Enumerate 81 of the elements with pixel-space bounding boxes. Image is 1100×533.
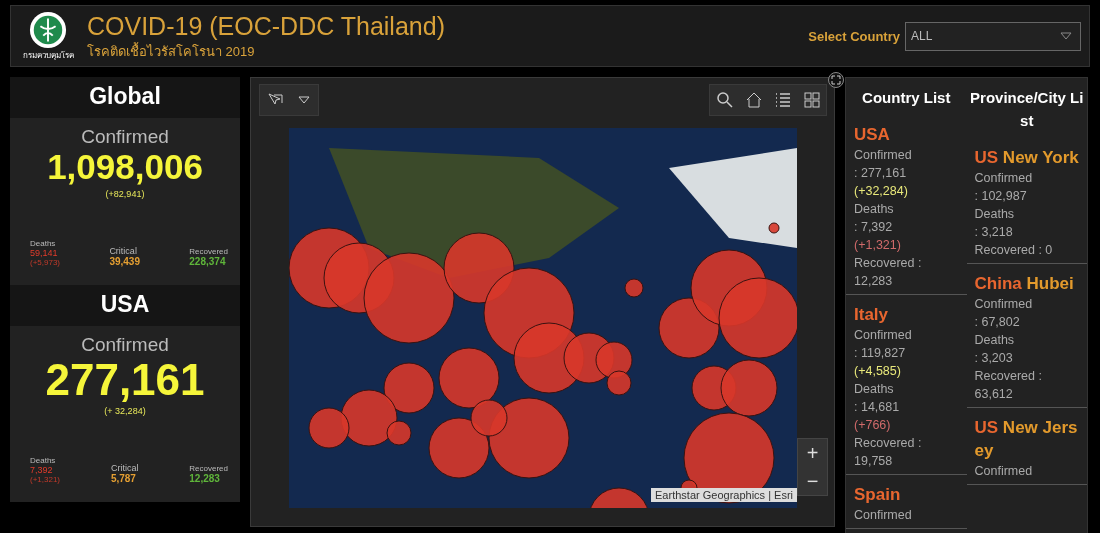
confirmed-label: Confirmed: [80, 333, 170, 356]
confirmed-label: Confirmed: [974, 463, 1034, 480]
confirmed-label: Confirmed: [854, 147, 913, 164]
region-title: Global: [10, 77, 240, 118]
deaths-label: Deaths: [974, 206, 1016, 223]
grid-icon: [802, 91, 821, 109]
confirmed-change: (+4,585): [854, 363, 902, 380]
recovered-label: Recovered: [189, 463, 228, 473]
critical-label: Critical: [110, 462, 139, 473]
country-name: Italy: [854, 304, 890, 326]
deaths-change: (+1,321): [30, 474, 61, 484]
recovered-label: Recovered :: [974, 368, 1043, 385]
confirmed-count: : 67,802: [974, 314, 1021, 331]
province-item[interactable]: US New York Confirmed : 102,987 Deaths : 3,218 Recovered : 0: [966, 138, 1087, 264]
expand-button[interactable]: [828, 72, 844, 88]
confirmed-count: : 119,827: [854, 345, 907, 362]
critical-label: Critical: [109, 245, 138, 256]
confirmed-count: 1,098,006: [46, 148, 204, 187]
app-subtitle: โรคติดเชื้อไวรัสโคโรนา 2019: [87, 41, 256, 61]
deaths-count: : 14,681: [854, 399, 901, 416]
deaths-change: (+1,321): [854, 237, 902, 254]
recovered-count: 12,283: [854, 273, 894, 290]
province-name: China Hubei: [974, 273, 1075, 295]
emblem-icon: [29, 10, 67, 49]
confirmed-count: : 277,161: [854, 165, 908, 182]
country-select[interactable]: ALL: [905, 21, 1081, 51]
list-icon: [773, 91, 792, 109]
confirmed-label: Confirmed: [854, 327, 913, 344]
map-attribution: Earthstar Geographics | Esri: [651, 488, 797, 502]
list-title: Province/City List: [969, 88, 1085, 131]
deaths-count: 7,392: [30, 464, 54, 475]
recovered-label: Recovered :: [854, 435, 923, 452]
deaths-label: Deaths: [30, 455, 57, 465]
province-item[interactable]: China Hubei Confirmed : 67,802 Deaths : 3,203 Recovered : 63,612: [966, 264, 1087, 408]
deaths-count: : 3,203: [974, 350, 1014, 367]
province-name: US New Jersey: [974, 417, 1079, 462]
deaths-change: (+766): [854, 417, 892, 434]
deaths-change: (+5,973): [30, 257, 61, 267]
confirmed-count: 277,161: [44, 355, 206, 404]
zoom-in-button[interactable]: +: [798, 439, 827, 467]
province-name: US New York: [974, 147, 1080, 169]
country-item[interactable]: USA Confirmed : 277,161 (+32,284) Deaths : 7,392 (+1,321) Recovered : 12,283: [846, 115, 967, 295]
logo-caption: กรมควบคุมโรค: [22, 49, 74, 62]
recovered-count: 63,612: [974, 386, 1014, 403]
country-name: USA: [854, 124, 891, 146]
deaths-label: Deaths: [854, 201, 895, 218]
app-title: COVID-19 (EOC-DDC Thailand): [87, 10, 446, 41]
confirmed-change: (+82,941): [104, 188, 146, 199]
confirmed-change: (+ 32,284): [103, 405, 147, 416]
expand-icon: [831, 75, 841, 85]
search-icon: [715, 91, 734, 109]
critical-count: 5,787: [110, 472, 137, 484]
critical-count: 39,439: [109, 255, 140, 267]
country-item[interactable]: Italy Confirmed : 119,827 (+4,585) Deaths : 14,681 (+766) Recovered : 19,758: [846, 295, 967, 475]
country-name: Spain: [854, 484, 902, 506]
recovered-count: 19,758: [854, 453, 894, 470]
confirmed-count: : 102,987: [974, 188, 1028, 205]
deaths-label: Deaths: [974, 332, 1016, 349]
select-label: Select Country: [808, 28, 900, 44]
confirmed-label: Confirmed: [974, 296, 1034, 313]
deaths-count: : 3,218: [974, 224, 1014, 241]
country-item[interactable]: Spain Confirmed: [846, 475, 967, 529]
recovered-count: 228,374: [189, 255, 227, 267]
province-item[interactable]: US New Jersey Confirmed: [966, 408, 1087, 485]
home-icon: [744, 91, 763, 109]
confirmed-label: Confirmed: [854, 507, 913, 524]
deaths-label: Deaths: [854, 381, 895, 398]
list-title: Country List: [861, 88, 952, 108]
deaths-count: : 7,392: [854, 219, 894, 236]
confirmed-label: Confirmed: [80, 126, 170, 148]
deaths-count: 59,141: [30, 247, 59, 258]
caret-icon: [1060, 32, 1072, 40]
region-title: USA: [10, 284, 240, 326]
deaths-label: Deaths: [30, 238, 57, 248]
confirmed-label: Confirmed: [974, 170, 1034, 187]
zoom-out-button[interactable]: −: [798, 467, 827, 495]
recovered-label: Recovered: [189, 246, 228, 256]
recovered-label: Recovered : 0: [974, 242, 1054, 259]
recovered-label: Recovered :: [854, 255, 923, 272]
recovered-count: 12,283: [189, 472, 221, 484]
confirmed-change: (+32,284): [854, 183, 909, 200]
